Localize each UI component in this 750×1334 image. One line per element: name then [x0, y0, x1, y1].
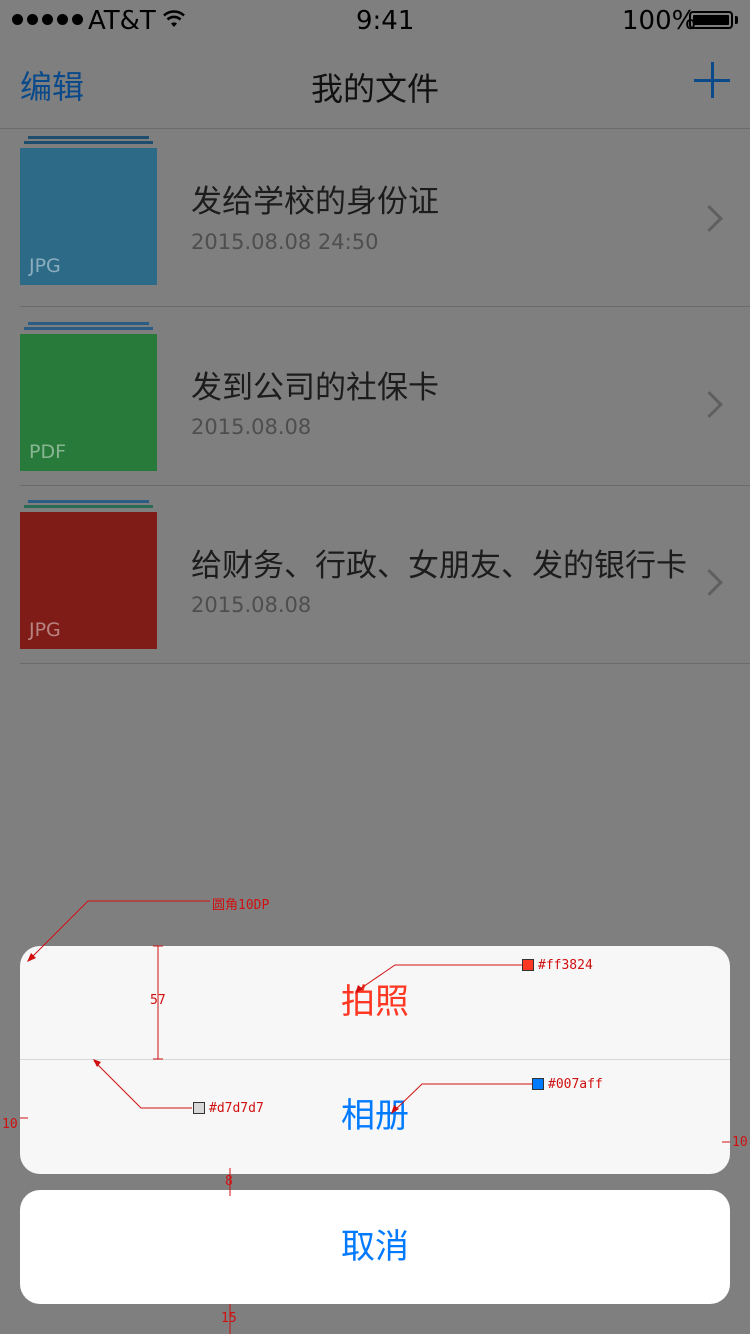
height-annotation: 57 [150, 993, 166, 1008]
color-swatch [522, 959, 534, 971]
color-swatch [532, 1078, 544, 1090]
album-color-annotation: #007aff [548, 1077, 603, 1092]
right-margin-annotation: 10 [732, 1135, 748, 1150]
bottom-margin-annotation: 15 [221, 1311, 237, 1326]
take-photo-color-annotation: #ff3824 [538, 958, 593, 973]
color-swatch [193, 1102, 205, 1114]
gap-annotation: 8 [225, 1174, 233, 1189]
separator-color-annotation: #d7d7d7 [209, 1101, 264, 1116]
annotation-lines [20, 900, 730, 1334]
corner-radius-annotation: 圆角10DP [212, 898, 270, 913]
left-margin-annotation: 10 [2, 1117, 18, 1132]
